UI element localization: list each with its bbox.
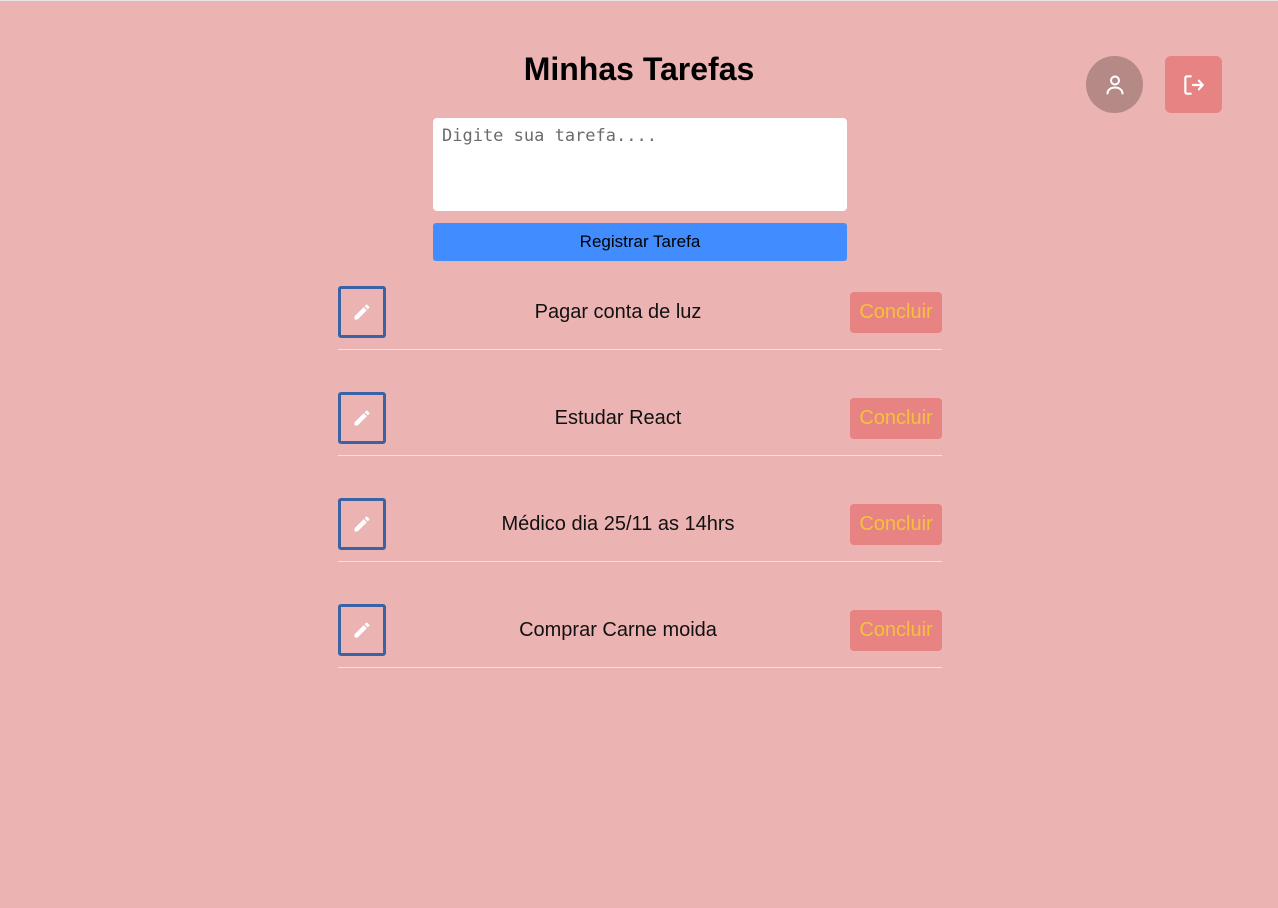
task-text: Médico dia 25/11 as 14hrs (501, 513, 735, 535)
pencil-icon (352, 408, 372, 428)
edit-task-button[interactable] (338, 392, 386, 444)
edit-task-button[interactable] (338, 286, 386, 338)
edit-task-button[interactable] (338, 498, 386, 550)
task-text: Comprar Carne moida (519, 619, 717, 641)
pencil-icon (352, 514, 372, 534)
task-item: Estudar React Concluir (338, 392, 942, 456)
task-item: Pagar conta de luz Concluir (338, 286, 942, 350)
conclude-task-button[interactable]: Concluir (850, 504, 942, 545)
pencil-icon (352, 302, 372, 322)
task-item: Médico dia 25/11 as 14hrs Concluir (338, 498, 942, 562)
logout-button[interactable] (1165, 56, 1222, 113)
conclude-task-button[interactable]: Concluir (850, 610, 942, 651)
edit-task-button[interactable] (338, 604, 386, 656)
logout-icon (1181, 72, 1207, 98)
register-task-button[interactable]: Registrar Tarefa (433, 223, 847, 261)
pencil-icon (352, 620, 372, 640)
profile-button[interactable] (1086, 56, 1143, 113)
conclude-task-button[interactable]: Concluir (850, 398, 942, 439)
task-list: Pagar conta de luz Concluir Estudar Reac… (338, 286, 942, 710)
task-text: Estudar React (554, 407, 682, 429)
task-text: Pagar conta de luz (534, 301, 702, 323)
user-icon (1103, 73, 1127, 97)
conclude-task-button[interactable]: Concluir (850, 292, 942, 333)
task-item: Comprar Carne moida Concluir (338, 604, 942, 668)
task-input[interactable] (433, 118, 847, 211)
top-divider (0, 0, 1278, 1)
